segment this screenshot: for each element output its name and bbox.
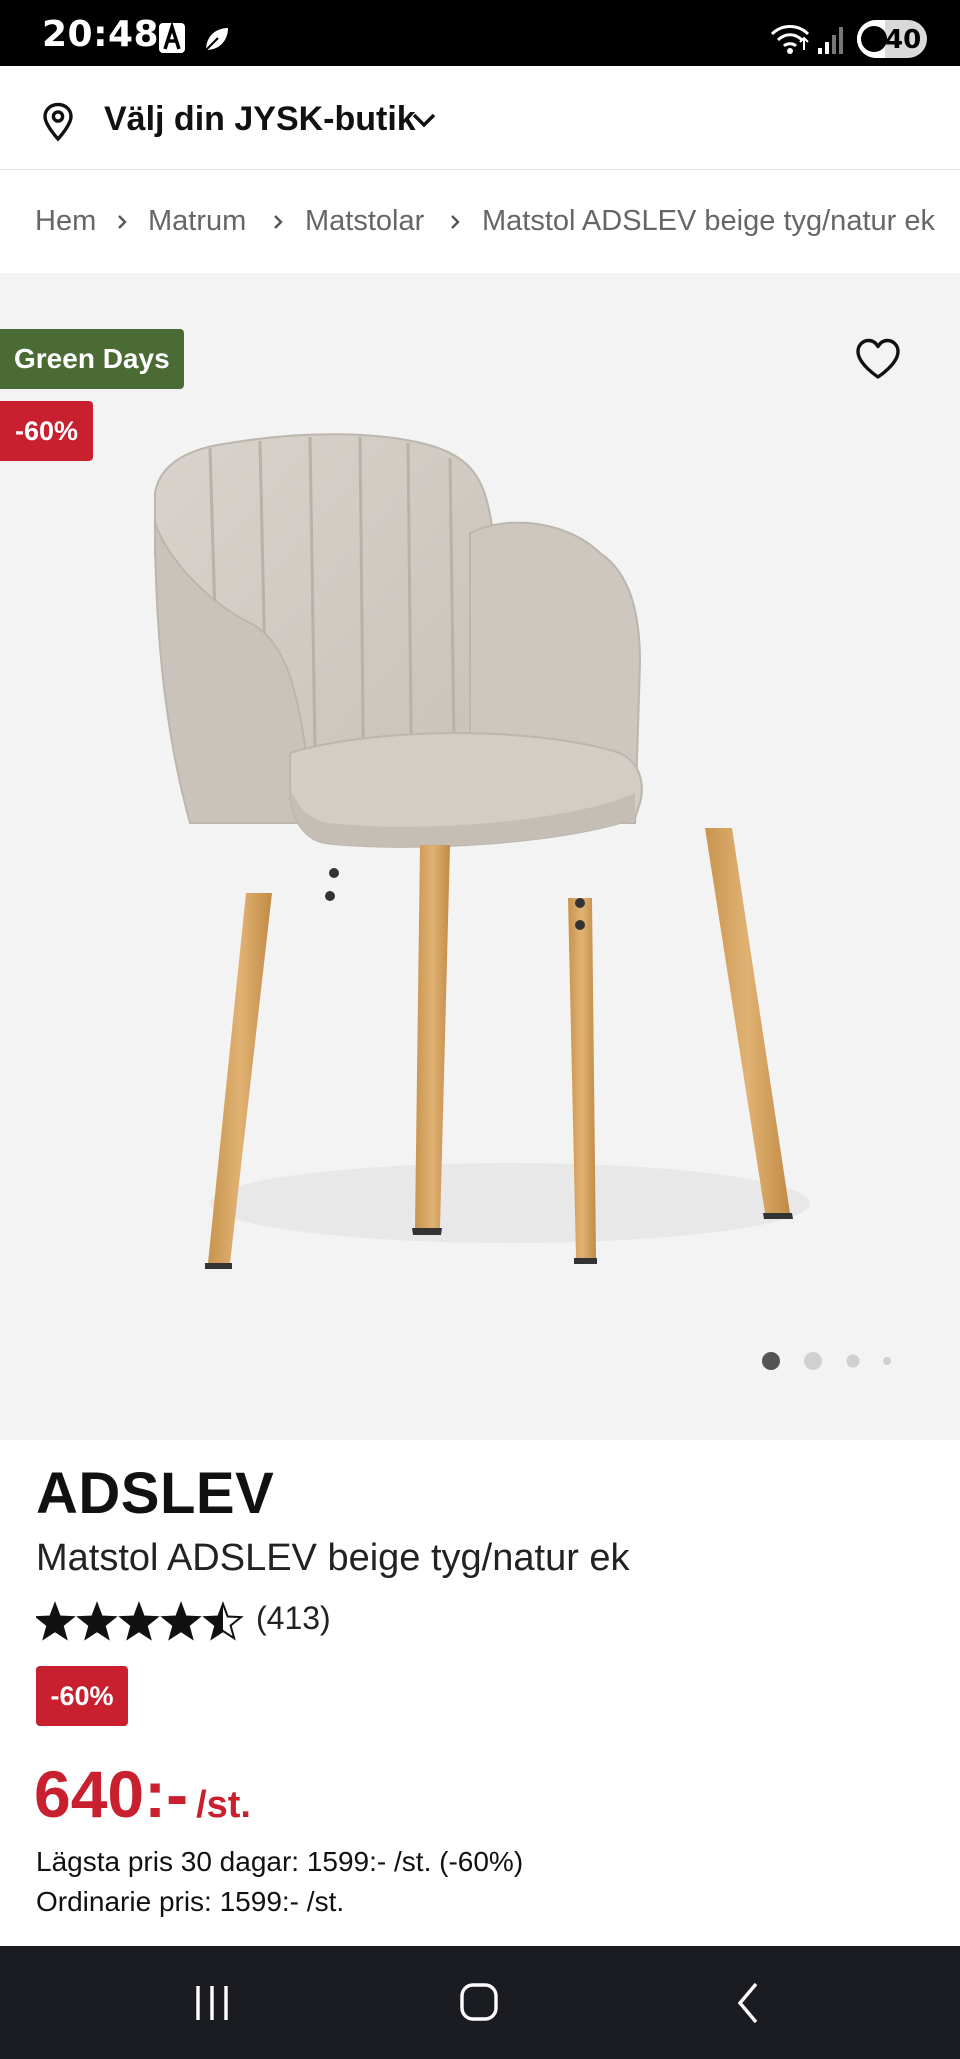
ordinary-price: Ordinarie pris: 1599:- /st.	[36, 1886, 345, 1917]
notification-a-icon	[159, 22, 185, 53]
system-nav-bar	[0, 1946, 960, 2059]
recent-apps-icon[interactable]	[182, 1976, 242, 2030]
breadcrumb: Hem Matrum Matstolar Matstol ADSLEV beig…	[0, 171, 960, 273]
star-full-icon	[36, 1604, 74, 1639]
breadcrumb-item-matstolar[interactable]: Matstolar	[305, 205, 424, 238]
price-unit: /st.	[196, 1784, 251, 1826]
product-gallery[interactable]: Green Days -60%	[0, 273, 960, 1440]
campaign-badge: Green Days	[0, 329, 184, 389]
store-selector-label: Välj din JYSK-butik	[104, 100, 416, 138]
back-icon[interactable]	[720, 1976, 780, 2030]
chevron-down-icon	[412, 113, 436, 128]
status-bar: 20:48 40	[0, 0, 960, 66]
review-count[interactable]: (413)	[256, 1600, 331, 1637]
chevron-right-icon	[118, 215, 127, 229]
price: 640:-/st.	[34, 1756, 251, 1832]
star-full-icon	[162, 1604, 200, 1639]
discount-badge: -60%	[36, 1666, 128, 1726]
chevron-right-icon	[274, 215, 283, 229]
wifi-icon	[770, 25, 810, 54]
product-image-chair	[154, 433, 810, 1269]
battery-icon: 40	[857, 20, 927, 58]
signal-icon	[818, 27, 843, 54]
store-selector[interactable]: Välj din JYSK-butik	[0, 66, 960, 170]
breadcrumb-item-hem[interactable]: Hem	[35, 205, 96, 238]
power-saving-icon	[861, 26, 887, 52]
breadcrumb-item-matrum[interactable]: Matrum	[148, 205, 246, 238]
battery-level: 40	[885, 25, 922, 55]
chevron-right-icon	[451, 215, 460, 229]
price-amount: 640:-	[34, 1757, 189, 1831]
gallery-pagination[interactable]	[760, 1349, 900, 1373]
star-full-icon	[120, 1604, 158, 1639]
status-time: 20:48	[42, 14, 160, 55]
pagination-dot-active[interactable]	[762, 1352, 780, 1370]
discount-badge: -60%	[0, 401, 93, 461]
product-brand: ADSLEV	[36, 1461, 275, 1526]
location-pin-icon	[43, 102, 73, 142]
home-icon[interactable]	[450, 1976, 510, 2030]
notification-b-icon	[205, 28, 228, 51]
lowest-price-30-days: Lägsta pris 30 dagar: 1599:- /st. (-60%)	[36, 1846, 524, 1877]
rating-stars[interactable]	[36, 1600, 246, 1644]
product-name: Matstol ADSLEV beige tyg/natur ek	[36, 1537, 630, 1579]
pagination-dot[interactable]	[846, 1354, 860, 1368]
wishlist-heart-icon[interactable]	[855, 338, 901, 380]
pagination-dot[interactable]	[883, 1357, 891, 1365]
breadcrumb-current: Matstol ADSLEV beige tyg/natur ek	[482, 205, 935, 237]
star-full-icon	[78, 1604, 116, 1639]
pagination-dot[interactable]	[804, 1352, 822, 1370]
